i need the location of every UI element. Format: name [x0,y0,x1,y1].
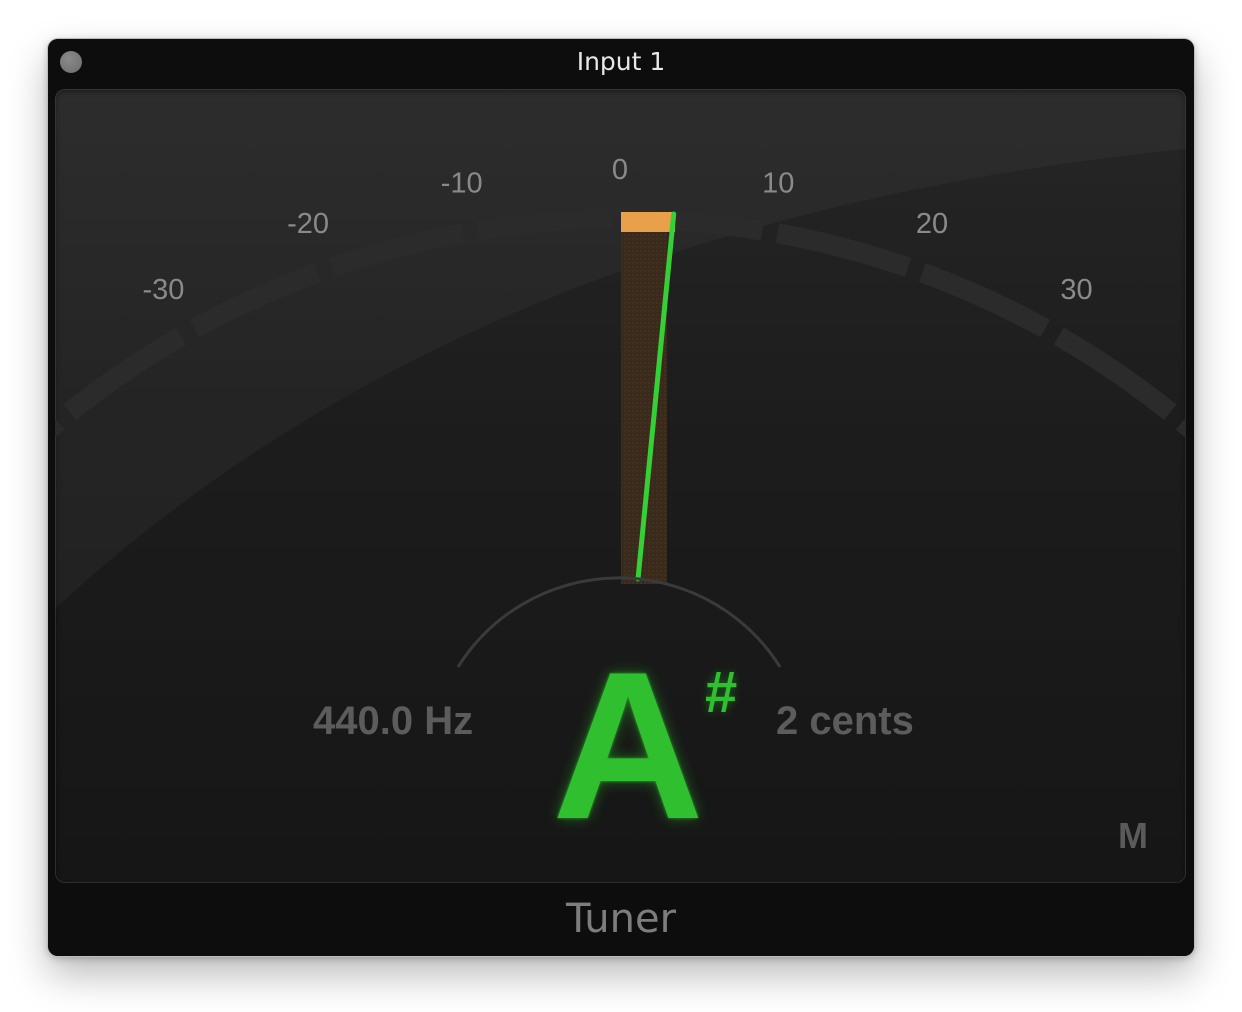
scale-label: -30 [142,274,184,306]
mode-button[interactable]: M [1118,815,1148,857]
scale-segment [1053,327,1177,421]
footer-bar: Tuner [48,887,1194,956]
scale-segment [1175,417,1186,439]
cents-readout: 2 cents [776,699,914,743]
scale-label: -20 [287,208,329,240]
scale-label: -10 [441,168,483,200]
scale-label: 0 [612,154,628,186]
plugin-name: Tuner [565,896,677,942]
note-accidental: # [705,660,738,725]
in-tune-marker [621,212,675,232]
scale-segment [918,263,1051,338]
scale-label: 20 [916,208,948,240]
tuner-window: Input 1 -50-40-30-20-1001020304050 440.0… [48,39,1194,956]
note-name: A [552,628,704,863]
frequency-readout: 440.0 Hz [313,699,474,743]
window-title: Input 1 [576,47,666,76]
tuner-display: -50-40-30-20-1001020304050 440.0 Hz A # … [55,89,1186,883]
scale-label: 10 [762,168,794,200]
scale-segment [775,223,912,277]
scale-segment [476,209,613,241]
scale-label: 30 [1060,274,1092,306]
title-bar[interactable]: Input 1 [48,39,1194,85]
